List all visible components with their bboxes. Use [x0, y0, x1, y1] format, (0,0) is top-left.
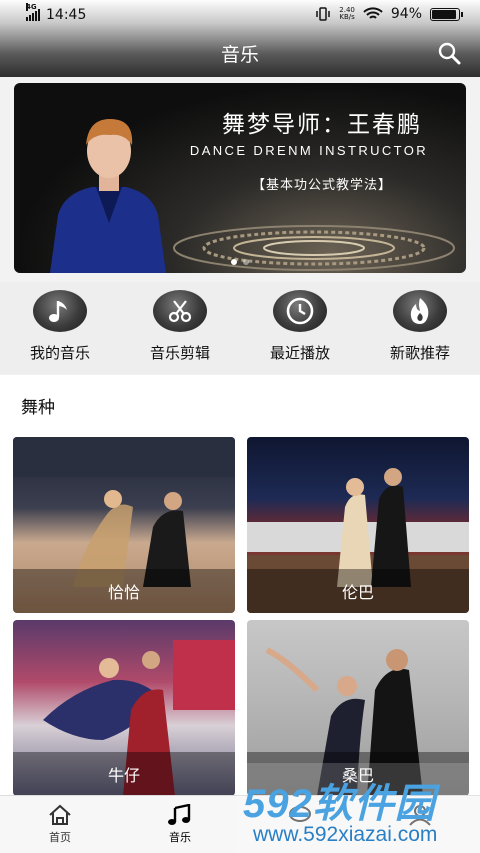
dance-card-chacha[interactable]: 恰恰 [13, 437, 235, 613]
dance-card-rumba[interactable]: 伦巴 [247, 437, 469, 613]
battery-icon [430, 7, 463, 21]
banner-carousel[interactable]: 舞梦导师：王春鹏 DANCE DRENM INSTRUCTOR 【基本功公式教学… [14, 83, 466, 273]
clock-icon [286, 297, 314, 325]
banner-method: 【基本功公式教学法】 [251, 178, 392, 193]
home-icon [49, 804, 71, 825]
quick-menu-label: 新歌推荐 [389, 344, 450, 362]
dance-card-jive[interactable]: 牛仔 [13, 620, 235, 796]
quick-menu: 我的音乐 音乐剪辑 最近播放 新歌推荐 [0, 282, 480, 374]
status-bar: 4G 14:45 2.40 KB/s 94% [0, 0, 480, 32]
new-songs-button[interactable]: 新歌推荐 [360, 282, 480, 374]
tab-label: 音乐 [169, 831, 191, 844]
my-music-button[interactable]: 我的音乐 [0, 282, 120, 374]
tab-music[interactable]: 音乐 [120, 796, 240, 853]
recently-played-button[interactable]: 最近播放 [240, 282, 360, 374]
network-speed: 2.40 KB/s [339, 6, 355, 21]
banner-title: 舞梦导师：王春鹏 [222, 112, 422, 138]
flame-icon [410, 298, 429, 324]
section-heading: 舞种 [21, 398, 55, 418]
instructor-photo [50, 119, 166, 273]
music-note-icon [49, 301, 67, 322]
battery-percent: 94% [390, 6, 422, 22]
page-title: 音乐 [220, 44, 259, 66]
quick-menu-label: 我的音乐 [29, 344, 90, 362]
vibrate-icon [316, 7, 331, 21]
signal-icon: 4G [26, 3, 40, 21]
clock-time: 14:45 [46, 7, 87, 23]
tab-home[interactable]: 首页 [0, 796, 120, 853]
dance-card-label: 牛仔 [13, 752, 235, 796]
carousel-dot-active[interactable] [231, 259, 237, 265]
tab-label: 首页 [49, 831, 71, 844]
banner-subtitle: DANCE DRENM INSTRUCTOR [189, 143, 429, 158]
watermark-brand: 592软件园 [243, 782, 436, 826]
watermark-url: www.592xiazai.com [253, 823, 438, 846]
carousel-dot[interactable] [243, 259, 249, 265]
header: 4G 14:45 2.40 KB/s 94% 音乐 [0, 0, 480, 77]
dance-card-label: 恰恰 [13, 569, 235, 613]
quick-menu-label: 音乐剪辑 [149, 344, 210, 362]
scissors-icon [168, 300, 192, 323]
wifi-icon [363, 7, 383, 19]
music-notes-icon [168, 804, 191, 825]
carousel-indicator [14, 259, 466, 265]
quick-menu-label: 最近播放 [269, 344, 330, 362]
music-editing-button[interactable]: 音乐剪辑 [120, 282, 240, 374]
dance-card-label: 伦巴 [247, 569, 469, 613]
search-icon[interactable] [434, 38, 464, 68]
site-watermark: 592软件园 www.592xiazai.com [237, 763, 480, 853]
dance-types-section: 舞种 恰恰 伦巴 牛仔 桑巴 [0, 375, 480, 796]
